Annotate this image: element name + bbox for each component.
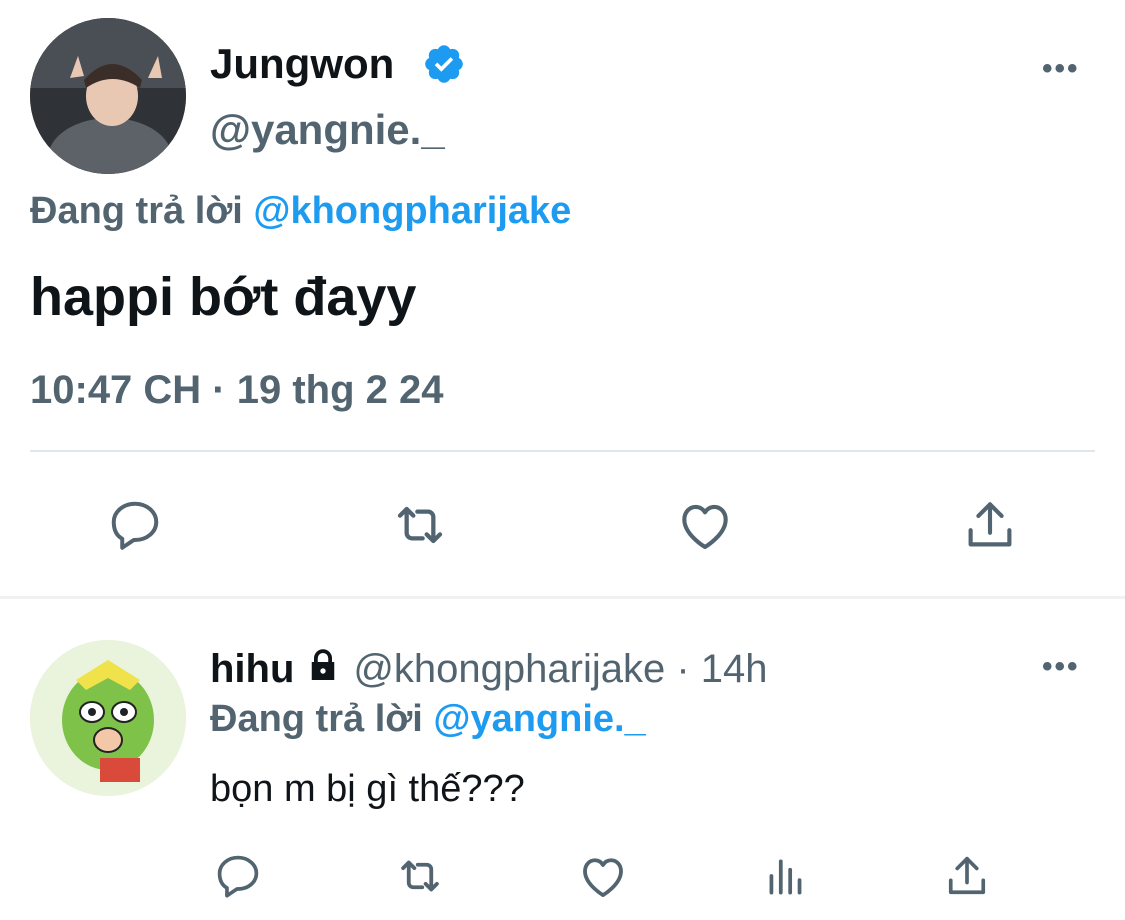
reply-share-button[interactable]	[937, 846, 997, 906]
replying-to-line: Đang trả lời @khongpharijake	[30, 190, 571, 233]
reply-reply-button[interactable]	[208, 846, 268, 906]
author-handle[interactable]: @yangnie._	[210, 106, 445, 154]
reply-time-separator: ·	[665, 647, 701, 691]
author-avatar[interactable]	[30, 18, 186, 174]
heart-icon	[576, 849, 630, 903]
divider	[30, 450, 1095, 452]
reply-like-button[interactable]	[573, 846, 633, 906]
author-display-name[interactable]: Jungwon	[210, 40, 394, 88]
reply-text: bọn m bị gì thế???	[210, 768, 525, 810]
retweet-button[interactable]	[385, 490, 455, 560]
reply-display-name[interactable]: hihu	[210, 647, 294, 691]
share-icon	[959, 494, 1021, 556]
lock-icon	[305, 646, 341, 689]
reply-more-options-button[interactable]: •••	[1042, 650, 1080, 684]
retweet-icon	[388, 493, 452, 557]
heart-icon	[674, 494, 736, 556]
reply-header: hihu @khongpharijake · 14h	[210, 646, 768, 692]
reply-replying-to-line: Đang trả lời @yangnie._	[210, 698, 646, 741]
replying-to-prefix: Đang trả lời	[30, 190, 254, 232]
tweet-text: happi bớt đayy	[30, 267, 417, 327]
reply-time[interactable]: 14h	[701, 647, 768, 691]
reply-icon	[212, 850, 264, 902]
reply-author-avatar[interactable]	[30, 640, 186, 796]
reply-replying-to-prefix: Đang trả lời	[210, 698, 434, 740]
retweet-icon	[393, 849, 447, 903]
reply-replying-to-mention[interactable]: @yangnie._	[433, 698, 645, 740]
reply-retweet-button[interactable]	[390, 846, 450, 906]
more-options-button[interactable]: •••	[1042, 52, 1080, 86]
verified-badge-icon	[422, 42, 466, 91]
like-button[interactable]	[670, 490, 740, 560]
analytics-icon	[761, 851, 811, 901]
reply-views-button[interactable]	[756, 846, 816, 906]
section-divider	[0, 596, 1125, 599]
reply-icon	[105, 495, 165, 555]
reply-handle[interactable]: @khongpharijake	[353, 647, 665, 691]
share-icon	[941, 850, 993, 902]
replying-to-mention[interactable]: @khongpharijake	[253, 190, 571, 232]
tweet-timestamp[interactable]: 10:47 CH · 19 thg 2 24	[30, 368, 444, 413]
reply-button[interactable]	[100, 490, 170, 560]
share-button[interactable]	[955, 490, 1025, 560]
